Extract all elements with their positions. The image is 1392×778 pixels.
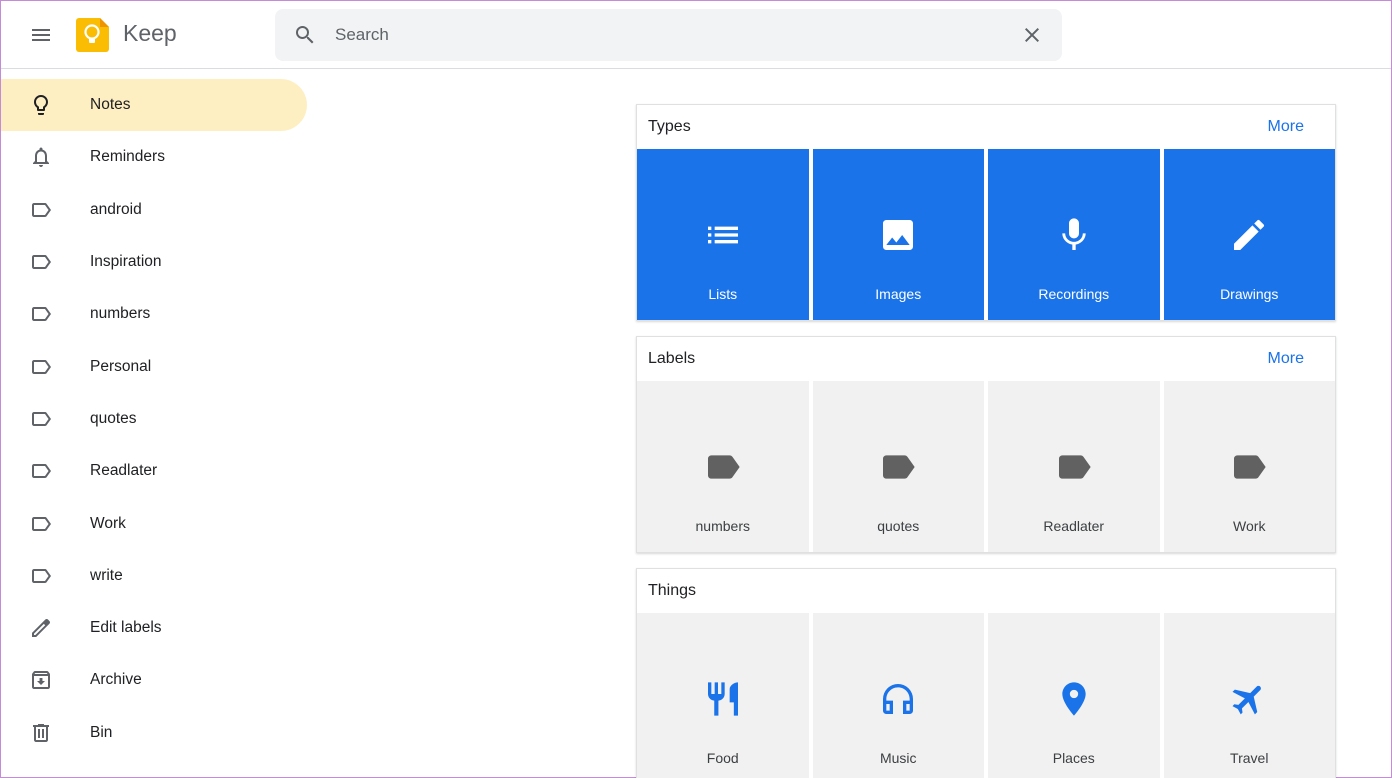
sidebar-item-numbers[interactable]: numbers	[1, 288, 307, 340]
microphone-icon	[1062, 218, 1086, 250]
sidebar-item-bin[interactable]: Bin	[1, 707, 307, 759]
labels-more-link[interactable]: More	[1268, 350, 1304, 368]
sidebar-item-label: Readlater	[90, 462, 158, 480]
sidebar-item-notes[interactable]: Notes	[1, 79, 307, 132]
sidebar-item-label: Reminders	[90, 148, 165, 166]
sidebar-item-label: Personal	[90, 357, 152, 375]
labels-header: Labels More	[637, 337, 1335, 381]
label-tag-icon	[707, 455, 740, 479]
airplane-icon	[1232, 685, 1262, 715]
map-pin-icon	[1062, 682, 1086, 716]
image-icon	[883, 220, 914, 250]
labels-panel: Labels More numbers quotes Readlater Wor…	[636, 336, 1336, 553]
label-icon	[32, 464, 51, 479]
thing-tile-music[interactable]: Music	[812, 613, 984, 778]
tile-label: Readlater	[1043, 518, 1105, 534]
sidebar-item-reminders[interactable]: Reminders	[1, 131, 307, 183]
things-header: Things	[637, 569, 1335, 613]
sidebar-item-personal[interactable]: Personal	[1, 340, 307, 392]
label-tile-work[interactable]: Work	[1163, 381, 1335, 552]
label-icon	[32, 202, 51, 217]
tile-label: Drawings	[1220, 286, 1279, 302]
tile-label: quotes	[877, 518, 920, 534]
pencil-icon	[32, 619, 51, 638]
sidebar-item-label: Notes	[90, 96, 131, 114]
tile-label: Lists	[708, 286, 738, 302]
search-input[interactable]	[335, 22, 975, 48]
label-tag-icon	[1058, 455, 1091, 479]
fork-knife-icon	[707, 682, 738, 716]
sidebar-item-write[interactable]: write	[1, 550, 307, 602]
sidebar-item-label: Work	[90, 514, 126, 532]
label-icon	[32, 307, 51, 322]
type-tile-recordings[interactable]: Recordings	[988, 149, 1160, 320]
list-icon	[707, 226, 738, 244]
main-menu-button[interactable]	[21, 15, 61, 55]
search-bar[interactable]	[275, 9, 1062, 61]
thing-tile-travel[interactable]: Travel	[1163, 613, 1335, 778]
sidebar-item-android[interactable]: android	[1, 184, 307, 236]
types-more-link[interactable]: More	[1268, 118, 1304, 136]
label-icon	[32, 359, 51, 374]
sidebar-item-quotes[interactable]: quotes	[1, 393, 307, 445]
sidebar-item-label: Bin	[90, 723, 113, 741]
bell-icon	[33, 147, 49, 168]
sidebar-item-label: numbers	[90, 305, 151, 323]
types-panel: Types More Lists Images Recordings Drawi…	[636, 104, 1336, 321]
sidebar-item-label: quotes	[90, 409, 137, 427]
headphones-icon	[883, 684, 914, 714]
sidebar-item-label: Inspiration	[90, 253, 162, 271]
label-tile-numbers[interactable]: numbers	[637, 381, 809, 552]
sidebar-item-label: Archive	[90, 671, 142, 689]
sidebar: Notes Reminders android Inspiration numb…	[1, 79, 307, 759]
hamburger-icon	[32, 29, 50, 41]
pen-icon	[1234, 219, 1265, 250]
lightbulb-icon	[34, 95, 48, 116]
tile-label: Images	[875, 286, 922, 302]
labels-title: Labels	[648, 350, 696, 367]
sidebar-item-archive[interactable]: Archive	[1, 654, 307, 706]
keep-logo[interactable]	[75, 17, 111, 53]
sidebar-item-label: write	[90, 566, 123, 584]
label-icon	[32, 255, 51, 270]
tile-label: Travel	[1230, 750, 1269, 766]
sidebar-item-label: Edit labels	[90, 619, 162, 637]
label-icon	[32, 568, 51, 583]
label-tag-icon	[883, 455, 915, 479]
tile-label: Food	[706, 750, 739, 766]
type-tile-lists[interactable]: Lists	[637, 149, 809, 320]
tile-label: numbers	[695, 518, 750, 534]
things-title: Things	[648, 582, 697, 599]
label-icon	[32, 516, 51, 531]
type-tile-images[interactable]: Images	[812, 149, 984, 320]
tile-label: Music	[879, 750, 917, 766]
label-tile-quotes[interactable]: quotes	[812, 381, 984, 552]
trash-icon	[33, 723, 49, 742]
tile-label: Work	[1233, 518, 1266, 534]
sidebar-item-work[interactable]: Work	[1, 497, 307, 549]
tile-label: Recordings	[1038, 286, 1110, 302]
sidebar-item-edit-labels[interactable]: Edit labels	[1, 602, 307, 654]
thing-tile-places[interactable]: Places	[988, 613, 1160, 778]
search-icon[interactable]	[293, 23, 317, 47]
label-tile-readlater[interactable]: Readlater	[988, 381, 1160, 552]
top-bar: Keep	[1, 1, 1391, 69]
types-header: Types More	[637, 105, 1335, 149]
sidebar-item-label: android	[90, 200, 142, 218]
archive-icon	[32, 671, 50, 690]
label-tag-icon	[1234, 455, 1266, 479]
types-title: Types	[648, 118, 691, 135]
keep-logo-icon	[76, 18, 109, 52]
app-title: Keep	[123, 20, 177, 46]
thing-tile-food[interactable]: Food	[637, 613, 809, 778]
tile-label: Places	[1052, 750, 1095, 766]
sidebar-item-inspiration[interactable]: Inspiration	[1, 236, 307, 288]
type-tile-drawings[interactable]: Drawings	[1163, 149, 1335, 320]
label-icon	[32, 411, 51, 426]
sidebar-item-readlater[interactable]: Readlater	[1, 445, 307, 497]
things-panel: Things Food Music Places Travel	[636, 568, 1336, 778]
close-icon[interactable]	[1020, 23, 1044, 47]
